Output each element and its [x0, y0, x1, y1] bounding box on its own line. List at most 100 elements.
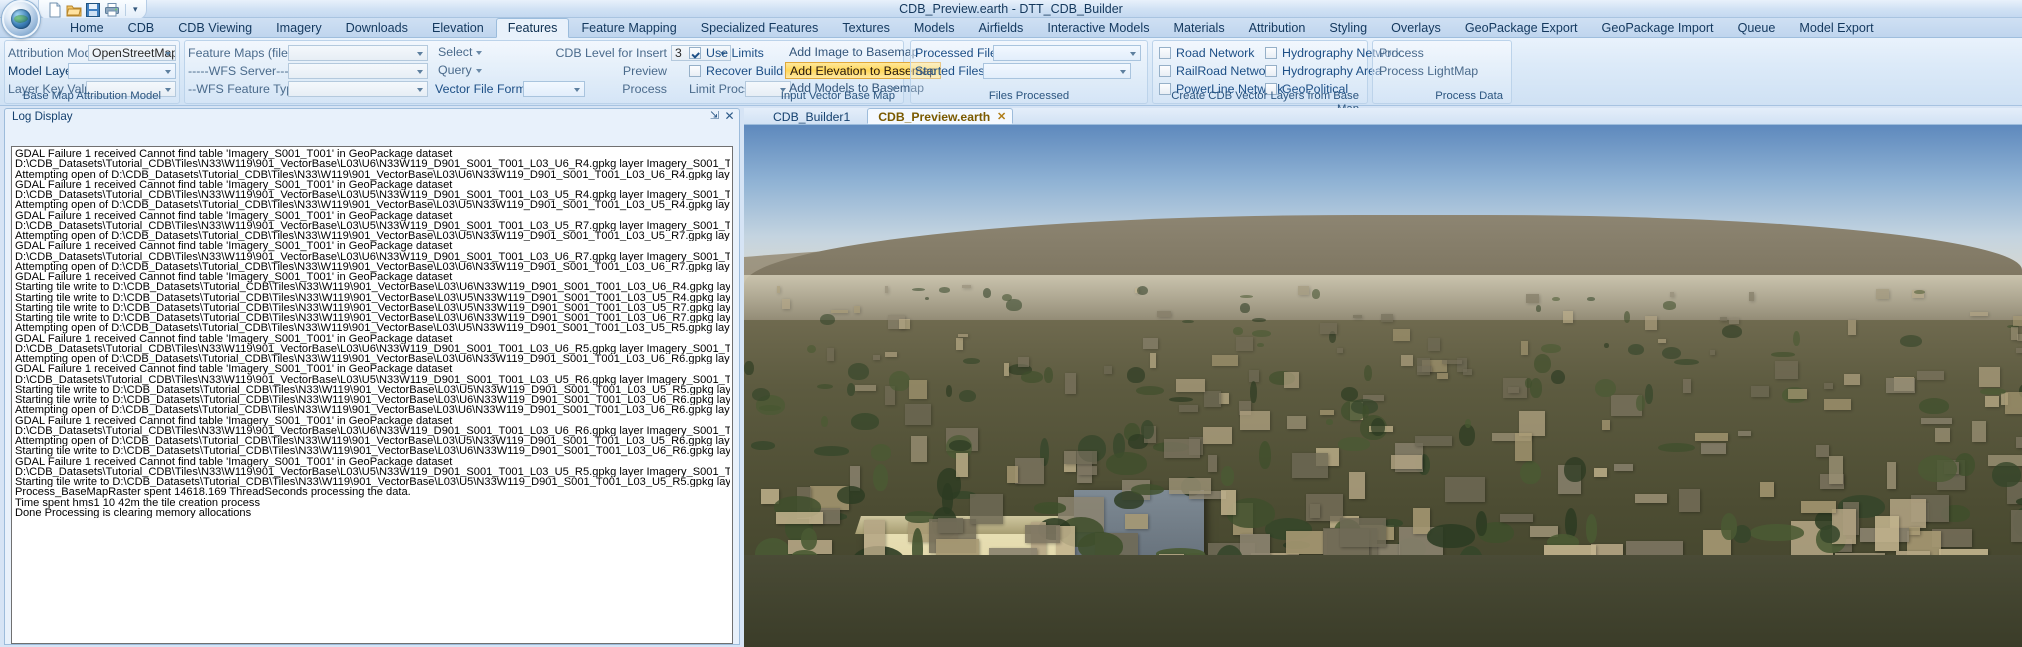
ribbon-tab-elevation[interactable]: Elevation: [420, 18, 496, 38]
open-folder-icon[interactable]: [66, 2, 82, 18]
query-menu-button[interactable]: Query: [435, 62, 486, 79]
ribbon-tab-interactive-models[interactable]: Interactive Models: [1035, 18, 1161, 38]
building-block: [831, 309, 849, 313]
tree: [1127, 367, 1146, 383]
tree: [1240, 303, 1250, 313]
app-orb-button[interactable]: [2, 0, 40, 38]
preview-button[interactable]: Preview: [555, 64, 667, 78]
close-icon[interactable]: ✕: [997, 110, 1006, 124]
close-icon[interactable]: ✕: [723, 110, 736, 123]
attribution-model-select[interactable]: OpenStreetMap: [88, 44, 176, 61]
cdb-level-for-insert-label: CDB Level for Insert: [555, 45, 667, 60]
tree: [1722, 325, 1742, 338]
log-line: D:\CDB_Datasets\Tutorial_CDB\Tiles\N33\W…: [15, 159, 730, 170]
tree: [1338, 437, 1370, 451]
ribbon-panel: Attribution Model OpenStreetMap Model La…: [0, 38, 2022, 115]
building-block: [1291, 453, 1328, 479]
started-files-select[interactable]: [983, 62, 1131, 79]
log-line: D:\CDB_Datasets\Tutorial_CDB\Tiles\N33\W…: [15, 190, 730, 201]
tree: [1674, 358, 1700, 366]
ribbon-tab-cdb[interactable]: CDB: [116, 18, 167, 38]
tree: [1364, 364, 1373, 381]
ribbon-tab-textures[interactable]: Textures: [830, 18, 902, 38]
3d-viewport[interactable]: [744, 125, 2022, 647]
log-line: D:\CDB_Datasets\Tutorial_CDB\Tiles\N33\W…: [15, 374, 730, 385]
tree: [1662, 346, 1682, 359]
tree: [1535, 304, 1542, 313]
viewport-tab-cdb-preview-earth[interactable]: CDB_Preview.earth ✕: [867, 108, 1014, 124]
building-block: [1353, 314, 1363, 318]
print-icon[interactable]: [104, 2, 120, 18]
save-icon[interactable]: [85, 2, 101, 18]
tree: [949, 439, 971, 451]
building-block: [1521, 341, 1528, 355]
new-icon[interactable]: [47, 2, 63, 18]
ribbon-tab-imagery[interactable]: Imagery: [264, 18, 334, 38]
ribbon-tab-models[interactable]: Models: [902, 18, 967, 38]
building-block: [1204, 391, 1221, 408]
building-block: [1462, 369, 1472, 375]
building-block: [1525, 293, 1540, 304]
ribbon-tab-materials[interactable]: Materials: [1162, 18, 1237, 38]
tree: [1525, 378, 1532, 389]
log-line: GDAL Failure 1 received Cannot find tabl…: [15, 364, 453, 375]
recover-build-checkbox[interactable]: Recover Build: [689, 64, 783, 78]
tree: [1979, 387, 2006, 395]
tree: [1918, 398, 1950, 415]
ribbon-tab-overlays[interactable]: Overlays: [1379, 18, 1453, 38]
pin-icon[interactable]: ⇲: [708, 110, 721, 123]
ribbon-tab-airfields[interactable]: Airfields: [967, 18, 1036, 38]
ribbon-tab-downloads[interactable]: Downloads: [334, 18, 420, 38]
processed-files-select[interactable]: [993, 44, 1141, 61]
building-block: [2010, 327, 2019, 340]
ribbon-tab-features[interactable]: Features: [495, 18, 570, 38]
building-block: [2012, 316, 2022, 327]
building-block: [1709, 349, 1716, 356]
use-limits-checkbox[interactable]: Use Limits: [689, 46, 764, 60]
process-lightmap-button[interactable]: Process LightMap: [1379, 64, 1478, 78]
qat-customize-chevron-down-icon[interactable]: ▾: [131, 4, 140, 15]
building-block: [776, 512, 823, 524]
ribbon-tab-geopackage-export[interactable]: GeoPackage Export: [1453, 18, 1590, 38]
tree: [1530, 378, 1543, 398]
tree: [1917, 454, 1958, 482]
tree: [819, 313, 835, 325]
wfs-server-select[interactable]: [288, 62, 428, 79]
road-network-checkbox[interactable]: Road Network: [1159, 46, 1255, 60]
hydrography-area-checkbox[interactable]: Hydrography Area: [1265, 64, 1382, 78]
railroad-network-checkbox[interactable]: RailRoad Network: [1159, 64, 1276, 78]
window-title: CDB_Preview.earth - DTT_CDB_Builder: [899, 2, 1123, 16]
building-block: [1644, 315, 1657, 330]
tree: [1141, 419, 1155, 439]
building-block: [1157, 311, 1172, 318]
tree: [1475, 511, 1487, 537]
tree: [847, 382, 856, 397]
ribbon-tab-attribution[interactable]: Attribution: [1237, 18, 1318, 38]
building-block: [1935, 427, 1950, 443]
building-block: [1319, 409, 1334, 415]
log-line: Starting tile write to D:\CDB_Datasets\T…: [15, 384, 730, 395]
model-layer-select[interactable]: [68, 62, 176, 79]
ribbon-tab-cdb-viewing[interactable]: CDB Viewing: [166, 18, 264, 38]
log-text-area[interactable]: GDAL Failure 1 received Cannot find tabl…: [11, 146, 733, 644]
group-title-process-data: Process Data: [1435, 90, 1503, 102]
ribbon-tab-feature-mapping[interactable]: Feature Mapping: [569, 18, 688, 38]
feature-maps-files-select[interactable]: [288, 44, 428, 61]
ribbon-tab-queue[interactable]: Queue: [1726, 18, 1788, 38]
ribbon-group-create-cdb-vector-layers: Road Network RailRoad Network PowerLine …: [1152, 40, 1402, 115]
tree: [1252, 330, 1271, 338]
tree: [959, 390, 976, 403]
ribbon-tab-styling[interactable]: Styling: [1317, 18, 1379, 38]
building-block: [777, 285, 781, 293]
ribbon-tab-home[interactable]: Home: [58, 18, 116, 38]
ribbon-tab-specialized-features[interactable]: Specialized Features: [689, 18, 831, 38]
building-block: [827, 348, 835, 362]
viewport-tab-cdb-builder1[interactable]: CDB_Builder1: [762, 108, 861, 124]
building-block: [1208, 454, 1218, 472]
process-data-process-button[interactable]: Process: [1379, 46, 1424, 60]
ribbon-tab-geopackage-import[interactable]: GeoPackage Import: [1590, 18, 1726, 38]
tree: [1259, 440, 1271, 469]
select-menu-button[interactable]: Select: [435, 44, 486, 61]
add-image-to-basemap-button[interactable]: Add Image to Basemap: [785, 44, 923, 61]
ribbon-tab-model-export[interactable]: Model Export: [1787, 18, 1885, 38]
